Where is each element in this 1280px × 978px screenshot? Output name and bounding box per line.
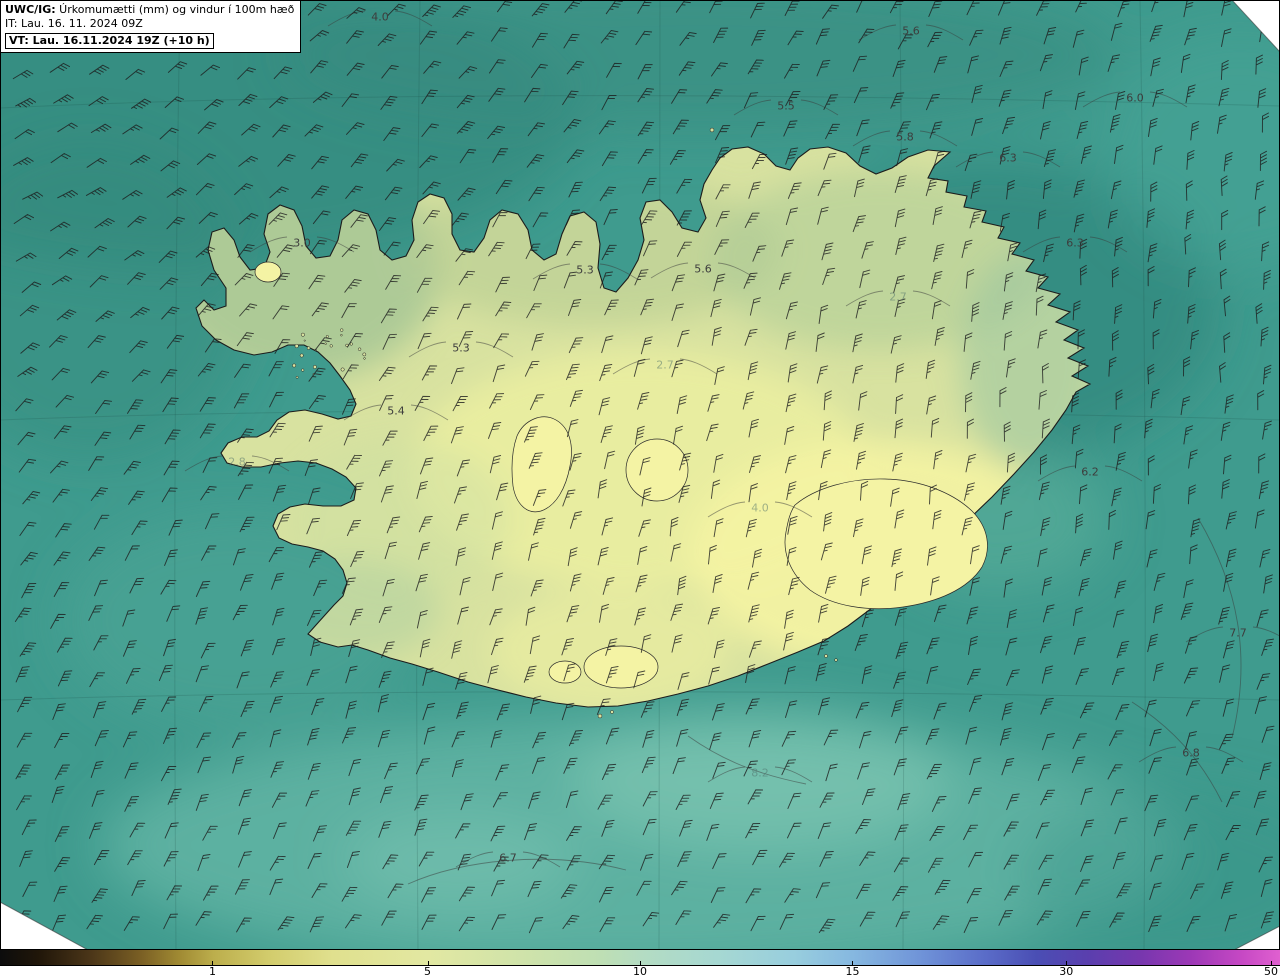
islet <box>306 346 311 350</box>
colorbar-tick-label: 15 <box>845 965 860 978</box>
islet <box>362 352 367 357</box>
islet <box>292 363 297 368</box>
weather-map-product: 4.0 5.6 5.5 6.0 5.8 6.3 3.0 6.3 5.3 5.6 2.7 5.3 2.7 5… <box>0 0 1280 978</box>
map-title-box: UWC/IG: Úrkomumætti (mm) og vindur í 100… <box>0 0 302 53</box>
islet <box>299 353 304 358</box>
islet <box>325 335 329 338</box>
map-title-text: Úrkomumætti (mm) og vindur í 100m hæð <box>55 3 295 16</box>
glacier-drangajokull <box>254 261 282 283</box>
map-canvas <box>0 0 1280 950</box>
islet <box>363 357 366 360</box>
init-time: IT: Lau. 16. 11. 2024 09Z <box>5 17 143 31</box>
colorbar-ticks: 1 5 10 15 30 50 <box>0 961 1280 978</box>
islet <box>300 332 305 337</box>
islet <box>295 375 299 379</box>
colorbar-tick-label: 5 <box>424 965 432 978</box>
islet <box>303 339 306 342</box>
islet <box>329 344 333 348</box>
colorbar-tick-label: 30 <box>1059 965 1074 978</box>
valid-time: VT: Lau. 16.11.2024 19Z (+10 h) <box>5 32 214 49</box>
islet <box>324 342 327 345</box>
map-title: UWC/IG: Úrkomumætti (mm) og vindur í 100… <box>5 3 294 17</box>
colorbar-tick-label: 10 <box>633 965 647 978</box>
colorbar: 1 5 10 15 30 50 <box>0 949 1280 978</box>
islet <box>294 343 299 349</box>
model-label: UWC/IG: <box>5 3 56 16</box>
islet <box>312 365 317 369</box>
glacier-myrdalsjokull <box>583 645 659 689</box>
colorbar-tick-label: 1 <box>208 965 216 978</box>
glacier-eyjafjallajokull <box>548 660 582 684</box>
islet <box>301 368 305 372</box>
islet <box>357 347 362 351</box>
islet <box>340 334 343 337</box>
colorbar-tick-label: 50 <box>1264 965 1279 978</box>
islet <box>340 328 344 332</box>
islet <box>340 367 345 372</box>
glacier-hofsjokull <box>625 438 689 502</box>
